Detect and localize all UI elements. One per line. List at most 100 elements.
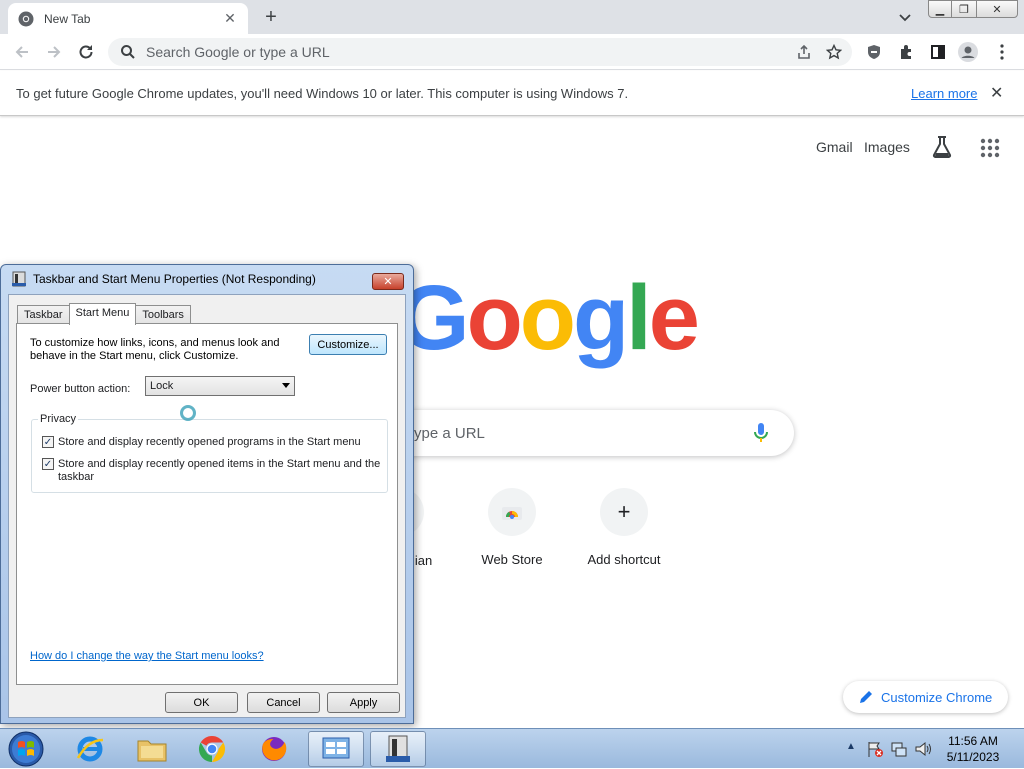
taskbar-control-panel-button[interactable]: [308, 731, 364, 767]
google-logo: Google: [398, 272, 700, 364]
show-hidden-icons-arrow-icon[interactable]: ▲: [846, 741, 856, 752]
dialog-close-button[interactable]: ✕: [372, 273, 404, 290]
taskbar-clock[interactable]: 11:56 AM 5/11/2023: [938, 733, 1008, 765]
images-link[interactable]: Images: [864, 139, 910, 155]
privacy-group: Privacy ✓ Store and display recently ope…: [31, 413, 388, 493]
dialog-titlebar[interactable]: Taskbar and Start Menu Properties (Not R…: [1, 265, 413, 293]
reload-icon[interactable]: [76, 42, 96, 62]
start-menu-page: To customize how links, icons, and menus…: [16, 323, 398, 685]
labs-flask-icon[interactable]: [930, 135, 954, 159]
shield-extension-icon[interactable]: [864, 42, 884, 62]
recent-items-checkbox[interactable]: ✓ Store and display recently opened item…: [42, 458, 382, 484]
clock-date: 5/11/2023: [946, 750, 1000, 764]
logo-letter: o: [466, 267, 523, 369]
update-infobar: To get future Google Chrome updates, you…: [0, 71, 1024, 116]
folder-icon: [137, 740, 167, 762]
shortcut-label: Add shortcut: [587, 552, 661, 567]
apply-button[interactable]: Apply: [327, 692, 400, 713]
gmail-link[interactable]: Gmail: [816, 139, 853, 155]
logo-letter: l: [626, 267, 652, 369]
ntp-search-placeholder: ype a URL: [414, 425, 485, 442]
learn-more-link[interactable]: Learn more: [911, 86, 977, 101]
start-orb-icon[interactable]: [4, 730, 48, 768]
firefox-icon: [262, 737, 287, 761]
customize-description: To customize how links, icons, and menus…: [30, 337, 280, 362]
pencil-icon: [860, 691, 872, 703]
profile-avatar-icon[interactable]: [958, 42, 978, 62]
tab-toolbars[interactable]: Toolbars: [135, 305, 191, 324]
dialog-title: Taskbar and Start Menu Properties (Not R…: [33, 272, 316, 286]
dropdown-arrow-icon: [282, 383, 290, 388]
chrome-color-icon: [198, 735, 226, 763]
shortcut-web-store[interactable]: Web Store: [456, 488, 568, 567]
dialog-client: Taskbar Start Menu Toolbars To customize…: [8, 294, 406, 718]
clock-time: 11:56 AM: [948, 734, 998, 748]
logo-letter: o: [519, 267, 576, 369]
internet-explorer-icon: [76, 736, 104, 762]
volume-icon[interactable]: [914, 740, 932, 758]
taskbar-properties-button[interactable]: [370, 731, 426, 767]
logo-letter: e: [648, 267, 700, 369]
apps-grid-icon[interactable]: [980, 138, 1000, 158]
taskbar-properties-icon: [386, 735, 410, 762]
omnibox[interactable]: Search Google or type a URL: [108, 38, 852, 66]
tab-strip: New Tab ✕ + ▁ ❐ ✕: [0, 0, 1024, 34]
minimize-button[interactable]: ▁: [928, 0, 952, 18]
ok-button[interactable]: OK: [165, 692, 238, 713]
tab-search-icon[interactable]: [896, 8, 914, 26]
busy-cursor-icon: [180, 405, 196, 421]
privacy-legend: Privacy: [38, 413, 79, 425]
forward-icon[interactable]: [44, 42, 64, 62]
shortcut-add[interactable]: + Add shortcut: [568, 488, 680, 567]
shortcut-label: Web Store: [481, 552, 543, 567]
shortcut-label-partial: lian: [412, 553, 433, 568]
power-button-label: Power button action:: [30, 383, 131, 395]
tab-title: New Tab: [44, 11, 91, 26]
power-button-value: Lock: [150, 380, 174, 392]
control-panel-icon: [322, 737, 350, 759]
checkbox-label: Store and display recently opened items …: [58, 458, 381, 483]
tab-taskbar[interactable]: Taskbar: [17, 305, 70, 324]
power-button-select[interactable]: Lock: [145, 376, 295, 396]
window-close-button[interactable]: ✕: [976, 0, 1018, 18]
extensions-puzzle-icon[interactable]: [896, 42, 916, 62]
windows-taskbar: ▲ 11:56 AM 5/11/2023: [0, 728, 1024, 768]
customize-chrome-label: Customize Chrome: [881, 689, 993, 705]
bookmark-star-icon[interactable]: [826, 44, 842, 60]
restore-button[interactable]: ❐: [951, 0, 977, 18]
share-icon[interactable]: [796, 44, 812, 60]
back-icon[interactable]: [12, 42, 32, 62]
tab-close-icon[interactable]: ✕: [222, 10, 238, 27]
taskbar-properties-dialog: Taskbar and Start Menu Properties (Not R…: [0, 264, 414, 724]
cancel-button[interactable]: Cancel: [247, 692, 320, 713]
chrome-icon: [18, 11, 34, 26]
tab-new-tab[interactable]: New Tab ✕: [8, 3, 248, 34]
infobar-close-icon[interactable]: ✕: [990, 83, 1003, 103]
checkbox-label: Store and display recently opened progra…: [58, 436, 361, 448]
microphone-icon[interactable]: [754, 423, 768, 443]
taskbar-chrome-button[interactable]: [184, 731, 240, 767]
customize-button[interactable]: Customize...: [309, 334, 387, 355]
taskbar-properties-icon: [12, 271, 26, 287]
action-center-flag-icon[interactable]: [866, 740, 884, 758]
checkmark-icon: ✓: [42, 458, 54, 470]
taskbar-explorer-button[interactable]: [124, 731, 180, 767]
logo-letter: g: [572, 267, 629, 369]
tab-start-menu[interactable]: Start Menu: [68, 303, 137, 325]
network-icon[interactable]: [890, 740, 908, 758]
new-tab-button[interactable]: +: [258, 4, 284, 30]
checkmark-icon: ✓: [42, 436, 54, 448]
taskbar-firefox-button[interactable]: [246, 731, 302, 767]
menu-kebab-icon[interactable]: [992, 42, 1012, 62]
plus-icon: +: [600, 488, 648, 536]
recent-programs-checkbox[interactable]: ✓ Store and display recently opened prog…: [42, 436, 361, 449]
omnibox-placeholder: Search Google or type a URL: [146, 44, 330, 60]
customize-chrome-button[interactable]: Customize Chrome: [843, 681, 1008, 713]
search-icon: [121, 45, 135, 59]
taskbar-ie-button[interactable]: [62, 731, 118, 767]
browser-toolbar: Search Google or type a URL: [0, 34, 1024, 70]
start-menu-help-link[interactable]: How do I change the way the Start menu l…: [30, 650, 264, 662]
dialog-tabs: Taskbar Start Menu Toolbars: [17, 303, 191, 325]
side-panel-icon[interactable]: [928, 42, 948, 62]
web-store-icon: [488, 488, 536, 536]
